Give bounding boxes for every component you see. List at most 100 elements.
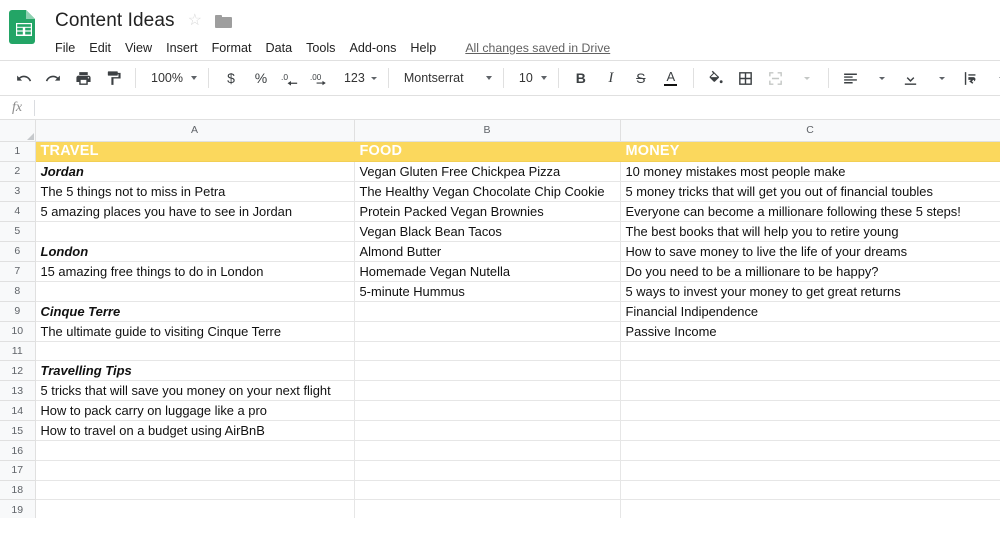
formula-input[interactable] [35, 96, 1000, 119]
cell-C12[interactable] [620, 361, 1000, 381]
star-icon[interactable]: ☆ [188, 13, 202, 29]
cell-C10[interactable]: Passive Income [620, 321, 1000, 341]
row-header[interactable]: 6 [0, 241, 35, 261]
cell-A12[interactable]: Travelling Tips [35, 361, 354, 381]
cell-C7[interactable]: Do you need to be a millionare to be hap… [620, 261, 1000, 281]
horizontal-align-dropdown[interactable] [868, 65, 894, 91]
row-header[interactable]: 3 [0, 181, 35, 201]
cell-C6[interactable]: How to save money to live the life of yo… [620, 241, 1000, 261]
cell-C16[interactable] [620, 441, 1000, 461]
cell-B4[interactable]: Protein Packed Vegan Brownies [354, 201, 620, 221]
cell-B15[interactable] [354, 421, 620, 441]
text-color-button[interactable]: A [658, 65, 684, 91]
cell-C18[interactable] [620, 480, 1000, 500]
cell-A19[interactable] [35, 500, 354, 518]
cell-C19[interactable] [620, 500, 1000, 518]
menu-item-add-ons[interactable]: Add-ons [342, 39, 403, 57]
cell-B17[interactable] [354, 460, 620, 480]
row-header[interactable]: 16 [0, 441, 35, 461]
column-header-c[interactable]: C [620, 120, 1000, 141]
undo-button[interactable] [10, 65, 36, 91]
column-header-b[interactable]: B [354, 120, 620, 141]
row-header[interactable]: 8 [0, 281, 35, 301]
vertical-align-button[interactable] [898, 65, 924, 91]
cell-C8[interactable]: 5 ways to invest your money to get great… [620, 281, 1000, 301]
text-wrap-dropdown[interactable] [988, 65, 1000, 91]
row-header[interactable]: 1 [0, 141, 35, 161]
cell-C17[interactable] [620, 460, 1000, 480]
cell-A18[interactable] [35, 480, 354, 500]
row-header[interactable]: 15 [0, 421, 35, 441]
row-header[interactable]: 12 [0, 361, 35, 381]
increase-decimal-button[interactable]: .00 [308, 65, 334, 91]
menu-item-tools[interactable]: Tools [299, 39, 342, 57]
cell-B5[interactable]: Vegan Black Bean Tacos [354, 221, 620, 241]
bold-button[interactable]: B [568, 65, 594, 91]
cell-A7[interactable]: 15 amazing free things to do in London [35, 261, 354, 281]
cell-A1[interactable]: TRAVEL [35, 141, 354, 161]
cell-A10[interactable]: The ultimate guide to visiting Cinque Te… [35, 321, 354, 341]
merge-cells-button[interactable] [763, 65, 789, 91]
row-header[interactable]: 2 [0, 161, 35, 181]
column-header-a[interactable]: A [35, 120, 354, 141]
menu-item-edit[interactable]: Edit [82, 39, 118, 57]
page-title[interactable]: Content Ideas [55, 10, 175, 32]
vertical-align-dropdown[interactable] [928, 65, 954, 91]
cell-C2[interactable]: 10 money mistakes most people make [620, 161, 1000, 181]
menu-item-data[interactable]: Data [258, 39, 299, 57]
cell-B8[interactable]: 5-minute Hummus [354, 281, 620, 301]
text-wrap-button[interactable] [958, 65, 984, 91]
cell-B14[interactable] [354, 401, 620, 421]
cell-A6[interactable]: London [35, 241, 354, 261]
cell-C1[interactable]: MONEY [620, 141, 1000, 161]
function-icon[interactable]: fx [0, 100, 34, 116]
menu-item-help[interactable]: Help [403, 39, 443, 57]
cell-A13[interactable]: 5 tricks that will save you money on you… [35, 381, 354, 401]
row-header[interactable]: 10 [0, 321, 35, 341]
row-header[interactable]: 14 [0, 401, 35, 421]
borders-button[interactable] [733, 65, 759, 91]
cell-A14[interactable]: How to pack carry on luggage like a pro [35, 401, 354, 421]
cell-C9[interactable]: Financial Indipendence [620, 301, 1000, 321]
cell-C13[interactable] [620, 381, 1000, 401]
menu-item-insert[interactable]: Insert [159, 39, 205, 57]
cell-B10[interactable] [354, 321, 620, 341]
cell-C3[interactable]: 5 money tricks that will get you out of … [620, 181, 1000, 201]
row-header[interactable]: 9 [0, 301, 35, 321]
cell-A5[interactable] [35, 221, 354, 241]
strikethrough-button[interactable]: S [628, 65, 654, 91]
cell-B3[interactable]: The Healthy Vegan Chocolate Chip Cookie [354, 181, 620, 201]
cell-B16[interactable] [354, 441, 620, 461]
zoom-selector[interactable]: 100% [143, 65, 201, 91]
menu-item-format[interactable]: Format [205, 39, 259, 57]
cell-B2[interactable]: Vegan Gluten Free Chickpea Pizza [354, 161, 620, 181]
decrease-decimal-button[interactable]: .0 [278, 65, 304, 91]
italic-button[interactable]: I [598, 65, 624, 91]
more-formats-selector[interactable]: 123 [336, 65, 381, 91]
print-button[interactable] [70, 65, 96, 91]
cell-A17[interactable] [35, 460, 354, 480]
row-header[interactable]: 18 [0, 480, 35, 500]
row-header[interactable]: 19 [0, 500, 35, 518]
font-family-selector[interactable]: Montserrat [396, 65, 496, 91]
cell-C15[interactable] [620, 421, 1000, 441]
row-header[interactable]: 5 [0, 221, 35, 241]
cell-C5[interactable]: The best books that will help you to ret… [620, 221, 1000, 241]
cell-B1[interactable]: FOOD [354, 141, 620, 161]
row-header[interactable]: 13 [0, 381, 35, 401]
cell-A8[interactable] [35, 281, 354, 301]
folder-icon[interactable] [215, 15, 232, 28]
cell-B9[interactable] [354, 301, 620, 321]
menu-item-view[interactable]: View [118, 39, 159, 57]
cell-B6[interactable]: Almond Butter [354, 241, 620, 261]
cell-B13[interactable] [354, 381, 620, 401]
cell-B12[interactable] [354, 361, 620, 381]
select-all-corner[interactable] [0, 120, 35, 141]
menu-item-file[interactable]: File [55, 39, 82, 57]
cell-B7[interactable]: Homemade Vegan Nutella [354, 261, 620, 281]
row-header[interactable]: 11 [0, 341, 35, 361]
row-header[interactable]: 4 [0, 201, 35, 221]
cell-A16[interactable] [35, 441, 354, 461]
cell-B19[interactable] [354, 500, 620, 518]
row-header[interactable]: 7 [0, 261, 35, 281]
